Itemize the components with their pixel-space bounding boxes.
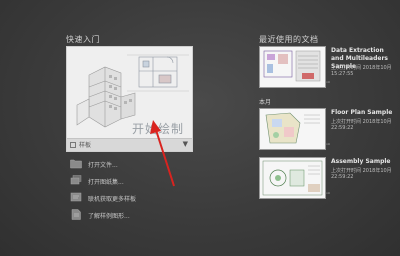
drawing-thumbnail bbox=[259, 157, 326, 199]
recent-item-assembly[interactable]: Assembly Sample 上次打开时间 2018年10月 22:59:22… bbox=[259, 157, 394, 199]
get-online-templates-link[interactable]: 联机获取更多样板 bbox=[70, 192, 190, 204]
drawing-thumbnail bbox=[259, 46, 326, 88]
open-sheet-set-label: 打开图纸集... bbox=[88, 179, 124, 186]
start-drawing-label: 开始绘制 bbox=[132, 122, 185, 136]
open-file-label: 打开文件... bbox=[88, 162, 118, 169]
template-label: 样板 bbox=[79, 142, 92, 149]
quick-start-title: 快速入门 bbox=[66, 35, 100, 44]
recent-item-name: Assembly Sample bbox=[331, 158, 391, 165]
chevron-down-icon[interactable]: ▼ bbox=[183, 140, 188, 148]
template-selector[interactable]: 样板 ▼ bbox=[67, 138, 192, 151]
recent-item-time: 15:27:55 bbox=[331, 71, 354, 77]
explore-sample-drawings-link[interactable]: 了解样例图形... bbox=[70, 209, 190, 221]
start-drawing-card[interactable]: 开始绘制 样板 ▼ bbox=[66, 46, 193, 152]
open-sheet-set-link[interactable]: 打开图纸集... bbox=[70, 175, 190, 187]
drawing-thumbnail bbox=[259, 108, 326, 150]
open-file-link[interactable]: 打开文件... bbox=[70, 158, 190, 170]
online-template-icon bbox=[70, 192, 82, 202]
explore-sample-drawings-label: 了解样例图形... bbox=[88, 213, 130, 220]
pin-icon[interactable]: ⊸ bbox=[325, 190, 330, 197]
sheet-set-icon bbox=[70, 175, 82, 185]
folder-icon bbox=[70, 159, 82, 169]
recent-item-time: 22:59:22 bbox=[331, 125, 354, 131]
get-online-templates-label: 联机获取更多样板 bbox=[88, 196, 137, 203]
recent-documents-title: 最近使用的文档 bbox=[259, 35, 319, 44]
recent-item-name: Floor Plan Sample bbox=[331, 109, 393, 116]
recent-group-this-month: 本月 bbox=[259, 99, 272, 106]
recent-item-data-extraction[interactable]: Data Extraction and Multileaders Sample … bbox=[259, 46, 394, 88]
recent-item-time: 22:59:22 bbox=[331, 174, 354, 180]
sample-drawing-icon bbox=[71, 209, 81, 220]
template-icon bbox=[70, 142, 76, 148]
pin-icon[interactable]: ⊸ bbox=[325, 79, 330, 86]
pin-icon[interactable]: ⊸ bbox=[325, 141, 330, 148]
recent-item-floor-plan[interactable]: Floor Plan Sample 上次打开时间 2018年10月 22:59:… bbox=[259, 108, 394, 150]
